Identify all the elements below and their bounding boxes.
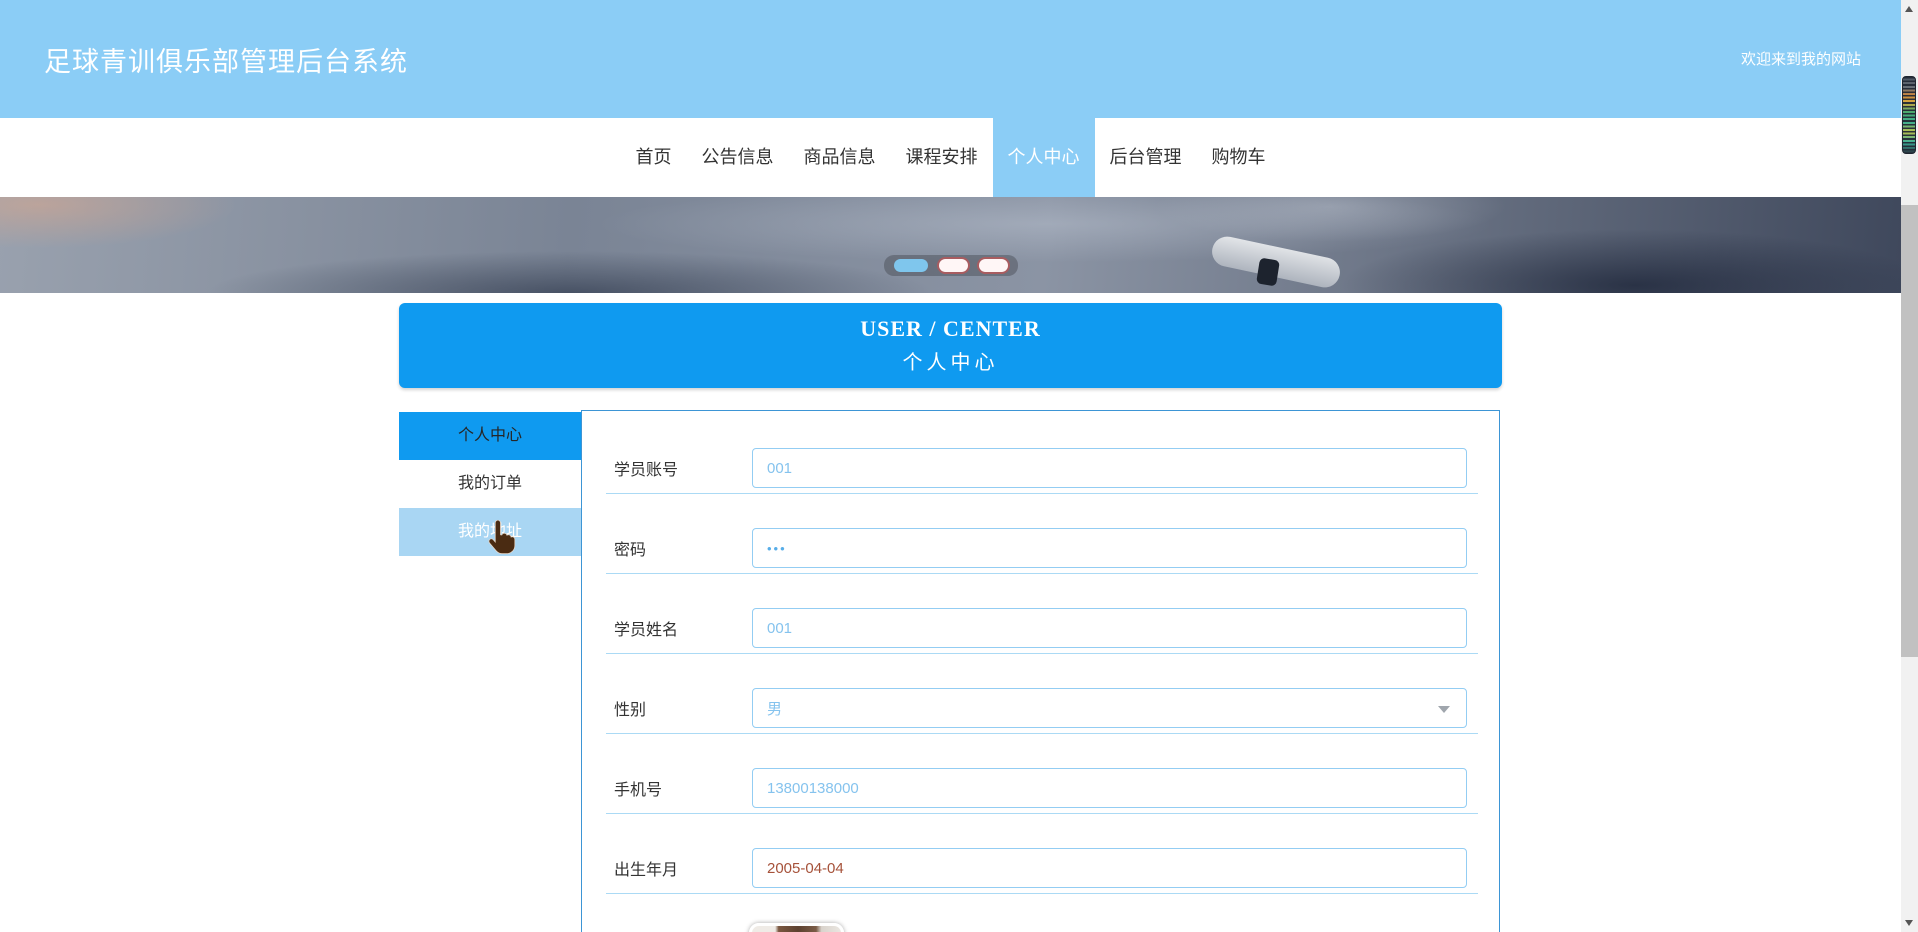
nav-item-goods[interactable]: 商品信息: [789, 118, 891, 197]
sidebar-item-my-orders[interactable]: 我的订单: [399, 460, 581, 508]
gender-label: 性别: [614, 702, 647, 719]
account-input[interactable]: 001: [752, 448, 1467, 488]
form-row-phone: 手机号 13800138000: [582, 763, 1499, 813]
sidebar-item-personal-center[interactable]: 个人中心: [399, 412, 581, 460]
account-value: 001: [767, 459, 793, 477]
nav-item-courses[interactable]: 课程安排: [891, 118, 993, 197]
page-title-zh: 个人中心: [902, 352, 999, 374]
name-value: 001: [767, 619, 793, 637]
row-divider: [606, 573, 1478, 574]
profile-form-rows: 学员账号 001 密码 ••• 学员姓名 001 性别 男手机号 13800138000 出生年月…: [582, 443, 1499, 894]
row-divider: [606, 893, 1478, 894]
form-row-account: 学员账号 001: [582, 443, 1499, 493]
welcome-text: 欢迎来到我的网站: [1740, 51, 1861, 68]
password-input[interactable]: •••: [752, 528, 1467, 568]
birthdate-value: 2005-04-04: [767, 859, 844, 877]
gender-select[interactable]: 男: [752, 688, 1467, 728]
row-divider: [606, 733, 1478, 734]
caret-down-icon: [1438, 706, 1450, 713]
page: 足球青训俱乐部管理后台系统 欢迎来到我的网站 首页 公告信息 商品信息 课程安排 个人中…: [0, 0, 1918, 932]
phone-input[interactable]: 13800138000: [752, 768, 1467, 808]
hero-banner-image: [0, 197, 1901, 293]
page-title-en: USER / CENTER: [860, 316, 1041, 341]
row-divider: [606, 813, 1478, 814]
scrollbar-thumb[interactable]: [1901, 205, 1918, 657]
gender-value: 男: [767, 700, 783, 718]
profile-form-panel: 学员账号 001 密码 ••• 学员姓名 001 性别 男手机号 13800138000 出生年月…: [581, 410, 1500, 932]
nav-item-home[interactable]: 首页: [621, 118, 687, 197]
scrollbar-down-arrow-icon[interactable]: [1905, 920, 1913, 926]
student-photo-thumbnail[interactable]: [749, 923, 844, 932]
scrollbar-up-arrow-icon[interactable]: [1905, 6, 1913, 12]
scrollbar-extension-marker: [1902, 76, 1916, 154]
carousel-dots: [883, 255, 1018, 276]
form-row-name: 学员姓名 001: [582, 603, 1499, 653]
name-input[interactable]: 001: [752, 608, 1467, 648]
nav-item-notice[interactable]: 公告信息: [687, 118, 789, 197]
carousel-dot-2[interactable]: [938, 259, 968, 272]
profile-form: 学员账号 001 密码 ••• 学员姓名 001 性别 男手机号 13800138000 出生年月…: [582, 411, 1499, 932]
name-label: 学员姓名: [614, 622, 679, 639]
carousel-dot-3[interactable]: [978, 259, 1008, 272]
form-row-gender: 性别 男: [582, 683, 1499, 733]
mouse-cursor-hand-icon: [488, 519, 516, 555]
password-label: 密码: [614, 542, 647, 559]
site-title: 足球青训俱乐部管理后台系统: [44, 47, 408, 77]
birthdate-input[interactable]: 2005-04-04: [752, 848, 1467, 888]
form-row-birthdate: 出生年月 2005-04-04: [582, 843, 1499, 893]
nav-item-cart[interactable]: 购物车: [1197, 118, 1281, 197]
carousel-dot-1[interactable]: [893, 259, 928, 272]
phone-label: 手机号: [614, 782, 663, 799]
form-row-password: 密码 •••: [582, 523, 1499, 573]
nav-item-personal[interactable]: 个人中心: [992, 118, 1095, 197]
birthdate-label: 出生年月: [614, 862, 679, 879]
surfboard-fin-graphic: [1256, 257, 1280, 287]
row-divider: [606, 493, 1478, 494]
top-header: 足球青训俱乐部管理后台系统 欢迎来到我的网站: [0, 0, 1901, 118]
row-divider: [606, 653, 1478, 654]
phone-value: 13800138000: [767, 779, 859, 797]
main-nav: 首页 公告信息 商品信息 课程安排 个人中心 后台管理 购物车: [0, 118, 1901, 197]
page-title-banner: USER / CENTER 个人中心: [399, 303, 1502, 388]
password-value: •••: [767, 540, 787, 556]
account-label: 学员账号: [614, 462, 679, 479]
nav-item-admin[interactable]: 后台管理: [1095, 118, 1197, 197]
browser-scrollbar[interactable]: [1901, 0, 1918, 932]
